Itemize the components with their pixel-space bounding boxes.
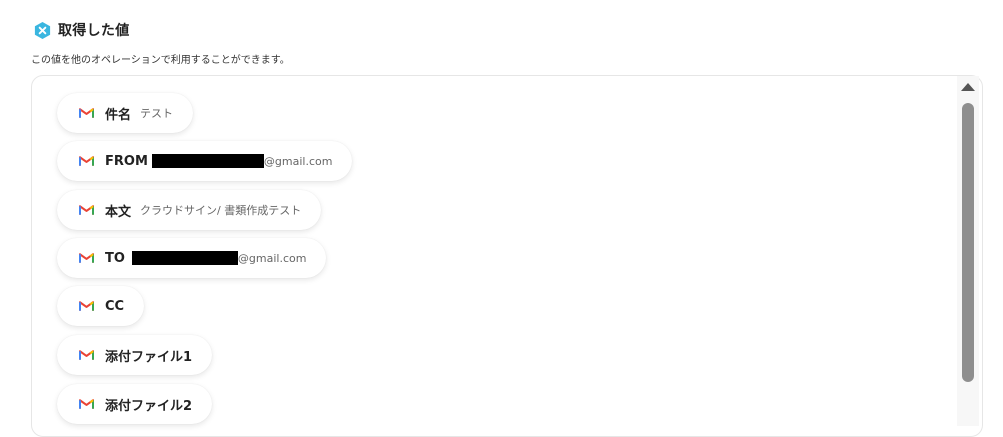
value-chip-attachment-2[interactable]: 添付ファイル2 (57, 384, 213, 424)
value-chip-body[interactable]: 本文 クラウドサイン/ 書類作成テスト (57, 190, 322, 230)
value-chip-attachment-1[interactable]: 添付ファイル1 (57, 335, 213, 375)
chip-label: 本文 (105, 204, 132, 220)
value-chip-from[interactable]: FROM @gmail.com (57, 141, 353, 181)
yoom-x-icon (34, 21, 51, 39)
vertical-scrollbar[interactable] (957, 76, 979, 426)
chip-label: 添付ファイル2 (105, 398, 193, 414)
section-description: この値を他のオペレーションで利用することができます。 (31, 55, 290, 66)
chip-value: @gmail.com (151, 154, 332, 168)
chip-label: CC (105, 298, 125, 314)
scroll-up-arrow-icon[interactable] (961, 83, 975, 91)
section-header: 取得した値 (33, 19, 130, 41)
gmail-icon (79, 205, 94, 215)
chip-label: 添付ファイル1 (105, 349, 193, 365)
redaction-bar (131, 251, 238, 265)
value-chip-subject[interactable]: 件名 テスト (57, 93, 194, 133)
value-chip-to[interactable]: TO @gmail.com (57, 238, 327, 278)
chip-label: 件名 (105, 107, 132, 123)
value-chip-cc[interactable]: CC (57, 286, 145, 326)
chip-value: テスト (140, 107, 174, 120)
chip-label: TO (105, 250, 125, 266)
section-title: 取得した値 (58, 23, 130, 39)
gmail-icon (79, 253, 94, 263)
scroll-thumb[interactable] (962, 103, 974, 382)
chip-value: クラウドサイン/ 書類作成テスト (140, 204, 302, 217)
gmail-icon (79, 399, 94, 409)
gmail-icon (79, 156, 94, 166)
chip-value: @gmail.com (131, 251, 306, 265)
gmail-icon (79, 301, 94, 311)
gmail-icon (79, 350, 94, 360)
gmail-icon (79, 108, 94, 118)
chip-label: FROM (105, 153, 148, 169)
redaction-bar (151, 154, 264, 168)
